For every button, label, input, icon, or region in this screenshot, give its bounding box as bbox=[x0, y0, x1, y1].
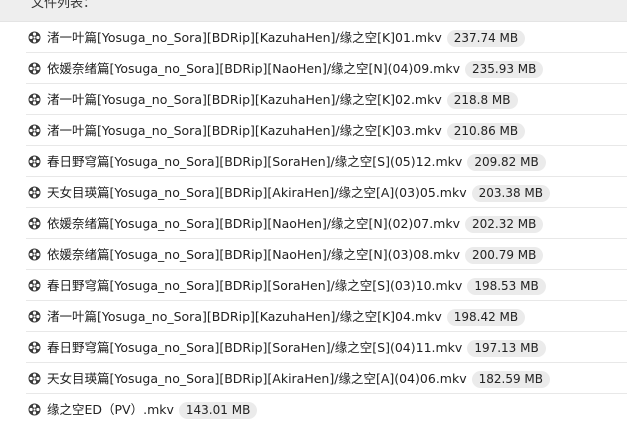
file-row[interactable]: 渚一叶篇[Yosuga_no_Sora][BDRip][KazuhaHen]/缘… bbox=[26, 22, 627, 53]
film-reel-icon bbox=[28, 122, 41, 137]
file-name-text[interactable]: 春日野穹篇[Yosuga_no_Sora][BDRip][SoraHen]/缘之… bbox=[47, 340, 462, 355]
file-name[interactable]: 春日野穹篇[Yosuga_no_Sora][BDRip][SoraHen]/缘之… bbox=[47, 278, 546, 295]
file-size-badge: 182.59 MB bbox=[471, 371, 550, 388]
file-name-text[interactable]: 依媛奈绪篇[Yosuga_no_Sora][BDRip][NaoHen]/缘之空… bbox=[47, 247, 460, 262]
file-name-text[interactable]: 春日野穹篇[Yosuga_no_Sora][BDRip][SoraHen]/缘之… bbox=[47, 278, 462, 293]
file-row[interactable]: 渚一叶篇[Yosuga_no_Sora][BDRip][KazuhaHen]/缘… bbox=[26, 301, 627, 332]
film-reel-icon bbox=[28, 277, 41, 292]
file-size-badge: 143.01 MB bbox=[178, 402, 258, 419]
file-name[interactable]: 渚一叶篇[Yosuga_no_Sora][BDRip][KazuhaHen]/缘… bbox=[47, 309, 526, 326]
film-reel-icon bbox=[28, 60, 41, 75]
film-reel-icon bbox=[28, 370, 41, 385]
file-name[interactable]: 天女目瑛篇[Yosuga_no_Sora][BDRip][AkiraHen]/缘… bbox=[47, 371, 550, 388]
file-list-header: 文件列表： bbox=[0, 0, 627, 22]
file-name[interactable]: 依媛奈绪篇[Yosuga_no_Sora][BDRip][NaoHen]/缘之空… bbox=[47, 61, 544, 78]
file-size-badge: 197.13 MB bbox=[467, 340, 546, 357]
file-row[interactable]: 天女目瑛篇[Yosuga_no_Sora][BDRip][AkiraHen]/缘… bbox=[26, 177, 627, 208]
film-reel-icon bbox=[28, 308, 41, 323]
film-reel-icon bbox=[28, 91, 41, 106]
file-name-text[interactable]: 春日野穹篇[Yosuga_no_Sora][BDRip][SoraHen]/缘之… bbox=[47, 154, 462, 169]
file-row[interactable]: 天女目瑛篇[Yosuga_no_Sora][BDRip][AkiraHen]/缘… bbox=[26, 363, 627, 394]
file-row[interactable]: 春日野穹篇[Yosuga_no_Sora][BDRip][SoraHen]/缘之… bbox=[26, 270, 627, 301]
file-size-badge: 203.38 MB bbox=[471, 185, 550, 202]
film-reel-icon bbox=[28, 184, 41, 199]
file-name[interactable]: 春日野穹篇[Yosuga_no_Sora][BDRip][SoraHen]/缘之… bbox=[47, 154, 546, 171]
file-row[interactable]: 依媛奈绪篇[Yosuga_no_Sora][BDRip][NaoHen]/缘之空… bbox=[26, 53, 627, 84]
file-row[interactable]: 依媛奈绪篇[Yosuga_no_Sora][BDRip][NaoHen]/缘之空… bbox=[26, 239, 627, 270]
film-reel-icon bbox=[28, 339, 41, 354]
file-name[interactable]: 依媛奈绪篇[Yosuga_no_Sora][BDRip][NaoHen]/缘之空… bbox=[47, 216, 544, 233]
file-list-title: 文件列表： bbox=[31, 0, 97, 11]
file-row[interactable]: 渚一叶篇[Yosuga_no_Sora][BDRip][KazuhaHen]/缘… bbox=[26, 84, 627, 115]
file-name-text[interactable]: 渚一叶篇[Yosuga_no_Sora][BDRip][KazuhaHen]/缘… bbox=[47, 92, 442, 107]
file-size-badge: 218.8 MB bbox=[446, 92, 518, 109]
file-row[interactable]: 春日野穹篇[Yosuga_no_Sora][BDRip][SoraHen]/缘之… bbox=[26, 332, 627, 363]
file-size-badge: 210.86 MB bbox=[446, 123, 526, 140]
file-size-badge: 209.82 MB bbox=[467, 154, 546, 171]
file-name[interactable]: 渚一叶篇[Yosuga_no_Sora][BDRip][KazuhaHen]/缘… bbox=[47, 92, 518, 109]
film-reel-icon bbox=[28, 29, 41, 44]
film-reel-icon bbox=[28, 153, 41, 168]
file-name-text[interactable]: 缘之空ED（PV）.mkv bbox=[47, 402, 174, 417]
file-name-text[interactable]: 渚一叶篇[Yosuga_no_Sora][BDRip][KazuhaHen]/缘… bbox=[47, 123, 442, 138]
file-name-text[interactable]: 渚一叶篇[Yosuga_no_Sora][BDRip][KazuhaHen]/缘… bbox=[47, 30, 442, 45]
file-name[interactable]: 缘之空ED（PV）.mkv 143.01 MB bbox=[47, 402, 258, 419]
file-size-badge: 198.53 MB bbox=[467, 278, 546, 295]
file-name-text[interactable]: 依媛奈绪篇[Yosuga_no_Sora][BDRip][NaoHen]/缘之空… bbox=[47, 216, 460, 231]
film-reel-icon bbox=[28, 246, 41, 261]
film-reel-icon bbox=[28, 401, 41, 416]
file-list-panel: 文件列表： 渚一叶篇[Yosuga_no_Sora][BDRip][Kazuha… bbox=[0, 0, 627, 446]
file-list: 渚一叶篇[Yosuga_no_Sora][BDRip][KazuhaHen]/缘… bbox=[26, 22, 627, 425]
file-name[interactable]: 天女目瑛篇[Yosuga_no_Sora][BDRip][AkiraHen]/缘… bbox=[47, 185, 550, 202]
file-name[interactable]: 渚一叶篇[Yosuga_no_Sora][BDRip][KazuhaHen]/缘… bbox=[47, 30, 526, 47]
file-size-badge: 200.79 MB bbox=[465, 247, 544, 264]
file-size-badge: 198.42 MB bbox=[446, 309, 526, 326]
file-row[interactable]: 春日野穹篇[Yosuga_no_Sora][BDRip][SoraHen]/缘之… bbox=[26, 146, 627, 177]
file-name[interactable]: 依媛奈绪篇[Yosuga_no_Sora][BDRip][NaoHen]/缘之空… bbox=[47, 247, 544, 264]
file-name-text[interactable]: 天女目瑛篇[Yosuga_no_Sora][BDRip][AkiraHen]/缘… bbox=[47, 185, 467, 200]
film-reel-icon bbox=[28, 215, 41, 230]
file-name-text[interactable]: 天女目瑛篇[Yosuga_no_Sora][BDRip][AkiraHen]/缘… bbox=[47, 371, 467, 386]
file-size-badge: 202.32 MB bbox=[465, 216, 544, 233]
file-row[interactable]: 缘之空ED（PV）.mkv 143.01 MB bbox=[26, 394, 627, 425]
file-size-badge: 237.74 MB bbox=[446, 30, 526, 47]
file-size-badge: 235.93 MB bbox=[465, 61, 544, 78]
file-name[interactable]: 春日野穹篇[Yosuga_no_Sora][BDRip][SoraHen]/缘之… bbox=[47, 340, 546, 357]
file-name[interactable]: 渚一叶篇[Yosuga_no_Sora][BDRip][KazuhaHen]/缘… bbox=[47, 123, 526, 140]
file-row[interactable]: 依媛奈绪篇[Yosuga_no_Sora][BDRip][NaoHen]/缘之空… bbox=[26, 208, 627, 239]
file-name-text[interactable]: 依媛奈绪篇[Yosuga_no_Sora][BDRip][NaoHen]/缘之空… bbox=[47, 61, 460, 76]
file-row[interactable]: 渚一叶篇[Yosuga_no_Sora][BDRip][KazuhaHen]/缘… bbox=[26, 115, 627, 146]
file-name-text[interactable]: 渚一叶篇[Yosuga_no_Sora][BDRip][KazuhaHen]/缘… bbox=[47, 309, 442, 324]
